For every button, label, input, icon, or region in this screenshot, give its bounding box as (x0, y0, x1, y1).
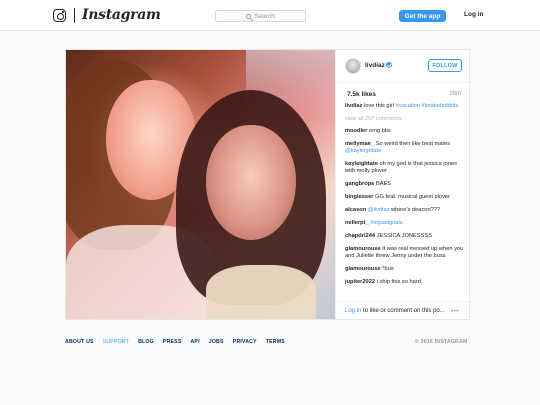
mention-link[interactable]: @livdiaz (368, 207, 390, 213)
footer-link-jobs[interactable]: JOBS (209, 339, 224, 345)
footer-link-press[interactable]: PRESS (163, 339, 182, 345)
view-all-comments-link[interactable]: view all 257 comments (345, 116, 467, 122)
post-header: livdiaz FOLLOW (336, 50, 471, 83)
search-icon (246, 13, 252, 19)
post-card: livdiaz FOLLOW 7.5k likes 28m livdiaz lo… (65, 49, 471, 320)
footer-link-terms[interactable]: TERMS (266, 339, 285, 345)
comment-username[interactable]: jupiter2022 (345, 279, 375, 285)
post-caption: livdiaz love this girl #vacation #letsbe… (345, 103, 467, 110)
comment-username[interactable]: gangbrope (345, 181, 374, 187)
likes-count[interactable]: 7.5k likes (347, 91, 376, 98)
comment-text: JESSICA JONESSSS (376, 232, 432, 239)
comment-username[interactable]: kayleightate (345, 161, 378, 167)
footer-link-privacy[interactable]: PRIVACY (233, 339, 257, 345)
list-item: mellymae_ So weird their like best mates… (345, 141, 467, 156)
post-username[interactable]: livdiaz (365, 62, 385, 69)
comment-username[interactable]: nellerpt_ (345, 220, 369, 226)
comment-text: love this girl (363, 103, 395, 109)
footer-links: ABOUT US SUPPORT BLOG PRESS API JOBS PRI… (65, 339, 285, 345)
comment-username[interactable]: mellymae_ (345, 141, 374, 147)
post-footer: Log in to like or comment on this po... … (336, 301, 471, 319)
login-link[interactable]: Log in (464, 11, 484, 18)
login-prompt-text: to like or comment on this po... (361, 308, 445, 314)
comment-text: i ship this so hard (376, 278, 421, 285)
mention-link[interactable]: @kayleightate (345, 148, 381, 154)
comment-text: *bus (382, 265, 394, 272)
comment-text: where's deacon??? (390, 206, 441, 213)
comment-text: BAES (375, 181, 392, 188)
comment-username[interactable]: glamourouse (345, 266, 381, 272)
list-item: nellerpt_ #squadgoals (345, 220, 467, 227)
avatar[interactable] (345, 58, 361, 74)
comment-username[interactable]: glamourouse (345, 246, 381, 252)
comment-username[interactable]: binglesser (345, 194, 373, 200)
more-options-icon[interactable]: ••• (451, 309, 459, 315)
photo-face-right (206, 125, 296, 240)
instagram-camera-icon[interactable] (53, 9, 66, 22)
list-item: glamourouse it was real messed up when y… (345, 246, 467, 261)
comment-list: livdiaz love this girl #vacation #letsbe… (345, 103, 467, 292)
list-item: binglesser GG feat. musical guest plover (345, 194, 467, 201)
footer-link-about-us[interactable]: ABOUT US (65, 339, 94, 345)
comment-username[interactable]: livdiaz (345, 103, 362, 109)
footer-link-api[interactable]: API (190, 339, 199, 345)
post-timestamp[interactable]: 28m (449, 91, 461, 97)
comment-text: So weird their like best mates (375, 140, 450, 147)
footer-link-blog[interactable]: BLOG (138, 339, 154, 345)
list-item: glamourouse *bus (345, 266, 467, 273)
logo-divider (74, 8, 75, 23)
post-photo[interactable] (66, 50, 335, 319)
list-item: chapdri244 JESSICA JONESSSS (345, 233, 467, 240)
list-item: kayleightate oh my god is that jessica j… (345, 161, 467, 176)
top-navigation-bar: Instagram Search Get the app Log in (0, 0, 540, 31)
search-placeholder: Search (254, 12, 275, 20)
photo-figure-right-body (206, 265, 316, 319)
hashtag-link[interactable]: #vacation #letsbehobbits (396, 103, 459, 109)
login-to-comment-link[interactable]: Log in (345, 308, 361, 314)
comment-username[interactable]: alcason (345, 207, 366, 213)
get-the-app-button[interactable]: Get the app (399, 10, 446, 22)
footer-link-support[interactable]: SUPPORT (103, 339, 129, 345)
copyright-text: © 2016 INSTAGRAM (415, 339, 468, 345)
comment-username[interactable]: chapdri244 (345, 233, 375, 239)
instagram-wordmark[interactable]: Instagram (82, 7, 161, 23)
verified-badge-icon (386, 62, 392, 68)
search-input[interactable]: Search (215, 10, 306, 22)
comment-username[interactable]: moodler (345, 128, 367, 134)
list-item: moodler omg bbs (345, 128, 467, 135)
comment-text: omg bbs (369, 127, 391, 134)
list-item: gangbrope BAES (345, 181, 467, 188)
list-item: jupiter2022 i ship this so hard (345, 279, 467, 286)
list-item: alcason @livdiaz where's deacon??? (345, 207, 467, 214)
follow-button[interactable]: FOLLOW (428, 59, 462, 72)
login-prompt: Log in to like or comment on this po... (345, 308, 445, 314)
post-sidebar: livdiaz FOLLOW 7.5k likes 28m livdiaz lo… (335, 50, 471, 319)
comment-text: GG feat. musical guest plover (375, 194, 450, 201)
hashtag-link[interactable]: #squadgoals (370, 220, 402, 226)
